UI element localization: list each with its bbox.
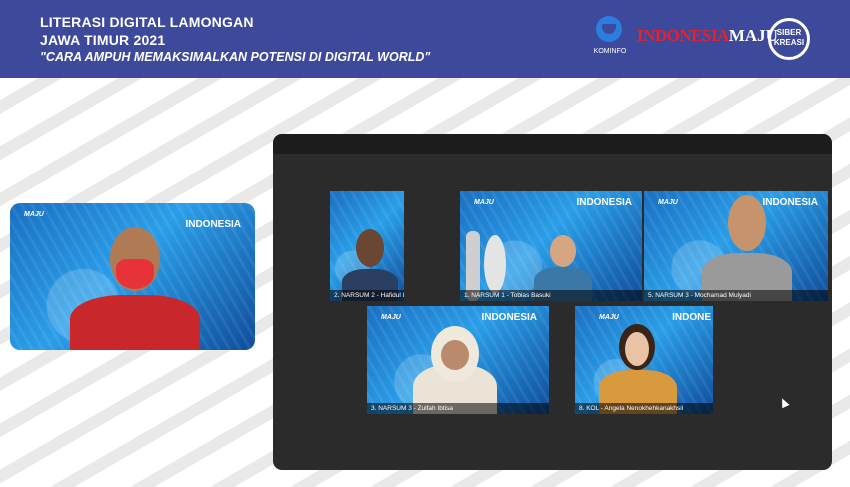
siber-word: SIBER [776,28,802,37]
indonesia-word: INDONESIA [637,26,729,45]
participant-tile-p1[interactable]: 2. NARSUM 2 - Hafidul Ihsan [330,191,404,301]
tile-maju-logo: MAJU [24,211,44,218]
participant-person [599,322,677,414]
participant-name-label: 5. NARSUM 3 - Mochamad Mulyadi [644,290,828,301]
banner-title-line1: LITERASI DIGITAL LAMONGAN [40,14,254,30]
tile-brand-text: INDONESIA [481,312,537,323]
event-banner: LITERASI DIGITAL LAMONGAN JAWA TIMUR 202… [0,0,850,78]
participant-name-label: 8. KOL - Angela Nenokhehkanakhsil [575,403,713,414]
kominfo-emblem-icon [596,16,622,42]
face-mask-icon [116,259,154,289]
window-top-bar [273,134,832,154]
video-gallery-window [273,134,832,470]
banner-subtitle: "CARA AMPUH MEMAKSIMALKAN POTENSI DI DIG… [40,50,431,64]
participant-person [413,326,497,414]
participant-tile-p2[interactable]: MAJU INDONESIA 1. NARSUM 1 - Tobias Basu… [460,191,642,301]
host-video-tile[interactable]: MAJU INDONESIA [10,203,255,350]
tile-brand-text: INDONE [672,312,711,323]
host-person [70,217,200,350]
kreasi-word: KREASI [773,38,805,47]
participant-name-label: 3. NARSUM 3 - Zulfah Ibtisa [367,403,549,414]
indonesia-maju-logo: INDONESIAMAJU [637,26,778,46]
banner-title-line2: JAWA TIMUR 2021 [40,32,166,48]
participant-tile-p4[interactable]: MAJU INDONESIA 3. NARSUM 3 - Zulfah Ibti… [367,306,549,414]
kominfo-logo: KOMINFO [590,14,630,64]
participant-tile-p5[interactable]: MAJU INDONE 8. KOL - Angela Nenokhehkana… [575,306,713,414]
tile-brand-text: INDONESIA [576,197,632,208]
ring-light-icon [484,235,506,293]
participant-person [702,195,792,301]
siberkreasi-logo: SIBER KREASI [768,18,810,60]
participant-tile-p3[interactable]: MAJU INDONESIA 5. NARSUM 3 - Mochamad Mu… [644,191,828,301]
sponsor-logos: KOMINFO INDONESIAMAJU SIBER KREASI [580,14,820,64]
participant-name-label: 2. NARSUM 2 - Hafidul Ihsan [330,290,404,301]
participant-name-label: 1. NARSUM 1 - Tobias Basuki [460,290,642,301]
kominfo-label: KOMINFO [593,48,627,55]
